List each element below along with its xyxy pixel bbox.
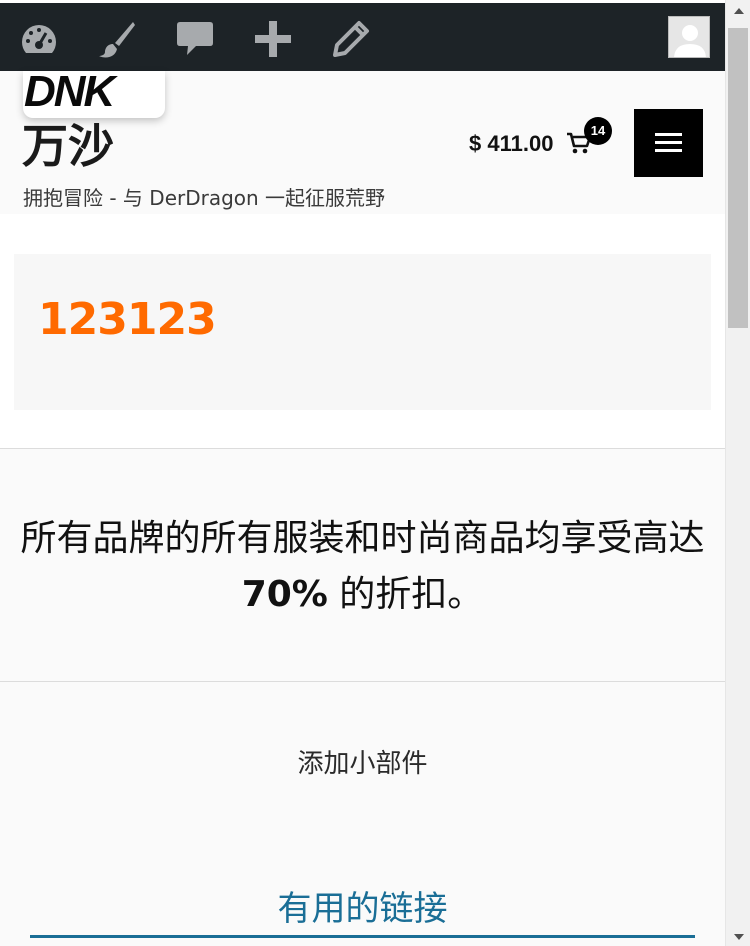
section-divider [0, 681, 725, 682]
page-content: DNK 万沙 拥抱冒险 - 与 DerDragon 一起征服荒野 $ 411.0… [0, 71, 725, 946]
scrollbar-thumb[interactable] [728, 28, 748, 328]
vertical-scrollbar[interactable] [725, 0, 750, 946]
site-logo[interactable]: DNK [23, 71, 165, 118]
scroll-up-arrow-icon[interactable] [734, 8, 744, 14]
cart-count-badge: 14 [584, 117, 612, 145]
dashboard-icon[interactable] [17, 17, 61, 61]
new-content-icon[interactable] [251, 17, 295, 61]
logo-text: DNK [24, 71, 115, 116]
add-widget-placeholder[interactable]: 添加小部件 [0, 746, 725, 782]
discount-offer-text: 所有品牌的所有服装和时尚商品均享受高达 70% 的折扣。 [20, 518, 705, 615]
useful-links-heading: 有用的链接 [30, 886, 695, 938]
comments-icon[interactable] [173, 17, 217, 61]
hamburger-icon [655, 133, 682, 136]
site-header: DNK 万沙 拥抱冒险 - 与 DerDragon 一起征服荒野 $ 411.0… [0, 71, 725, 214]
section-divider [0, 448, 725, 449]
promo-box: 123123 [14, 254, 711, 410]
user-avatar-icon[interactable] [668, 16, 710, 58]
site-title[interactable]: 万沙 [22, 117, 114, 175]
cart-total[interactable]: $ 411.00 [469, 130, 553, 158]
scroll-down-arrow-icon[interactable] [734, 934, 744, 940]
admin-bar [0, 0, 725, 71]
edit-pencil-icon[interactable] [329, 17, 373, 61]
promo-number: 123123 [38, 294, 217, 345]
discount-percent: 70% [241, 574, 328, 615]
menu-toggle-button[interactable] [634, 109, 703, 177]
customize-brush-icon[interactable] [95, 17, 139, 61]
site-tagline: 拥抱冒险 - 与 DerDragon 一起征服荒野 [23, 186, 386, 210]
